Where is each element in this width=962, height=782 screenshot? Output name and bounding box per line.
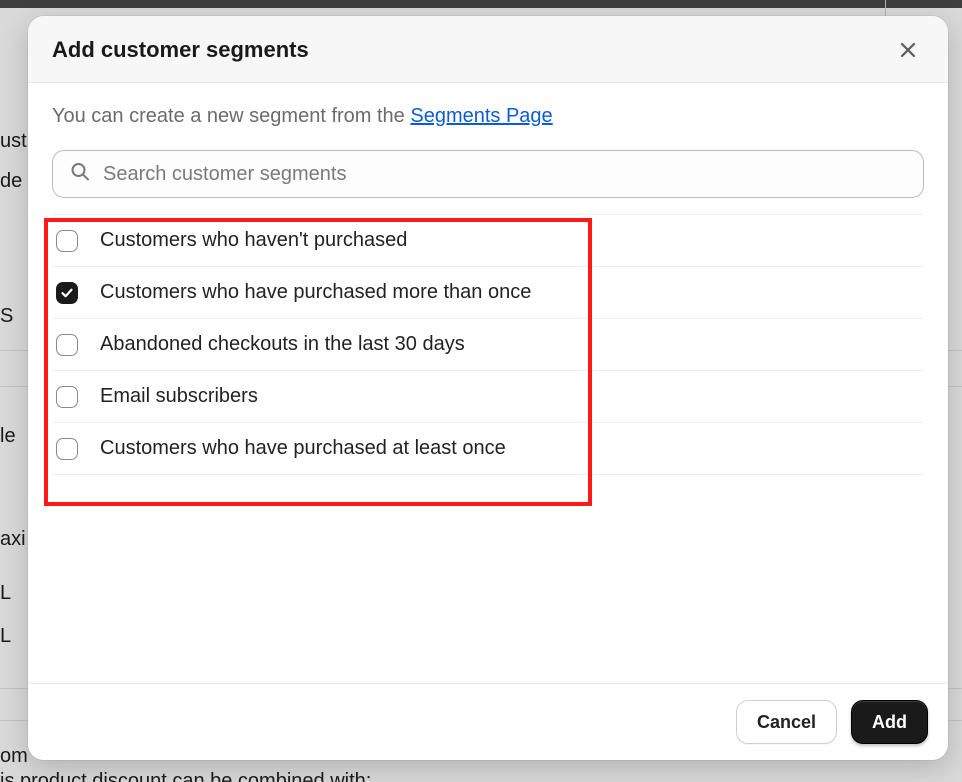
modal-title: Add customer segments	[52, 37, 309, 63]
segments-page-link[interactable]: Segments Page	[410, 105, 552, 127]
segment-label: Abandoned checkouts in the last 30 days	[100, 333, 465, 356]
segment-label: Customers who have purchased more than o…	[100, 281, 531, 304]
segment-checkbox[interactable]	[56, 334, 78, 356]
hint-text: You can create a new segment from the Se…	[52, 105, 924, 128]
segment-label: Email subscribers	[100, 385, 258, 408]
add-segments-modal: Add customer segments You can create a n…	[28, 16, 948, 760]
segment-item[interactable]: Customers who haven't purchased	[52, 214, 924, 266]
segment-checkbox[interactable]	[56, 230, 78, 252]
segment-list: Customers who haven't purchased Customer…	[52, 214, 924, 475]
add-button[interactable]: Add	[851, 700, 928, 744]
segment-item[interactable]: Abandoned checkouts in the last 30 days	[52, 318, 924, 370]
segment-label: Customers who haven't purchased	[100, 229, 407, 252]
segment-checkbox[interactable]	[56, 438, 78, 460]
close-icon	[899, 41, 917, 59]
close-button[interactable]	[892, 34, 924, 66]
search-wrap	[52, 150, 924, 198]
segment-item[interactable]: Email subscribers	[52, 370, 924, 422]
modal-header: Add customer segments	[28, 16, 948, 83]
segment-checkbox[interactable]	[56, 386, 78, 408]
segment-item[interactable]: Customers who have purchased at least on…	[52, 422, 924, 475]
search-input[interactable]	[52, 150, 924, 198]
segment-item[interactable]: Customers who have purchased more than o…	[52, 266, 924, 318]
hint-prefix: You can create a new segment from the	[52, 105, 410, 127]
segment-checkbox[interactable]	[56, 282, 78, 304]
modal-body: You can create a new segment from the Se…	[28, 83, 948, 683]
modal-footer: Cancel Add	[28, 683, 948, 760]
segment-label: Customers who have purchased at least on…	[100, 437, 506, 460]
cancel-button[interactable]: Cancel	[736, 700, 837, 744]
